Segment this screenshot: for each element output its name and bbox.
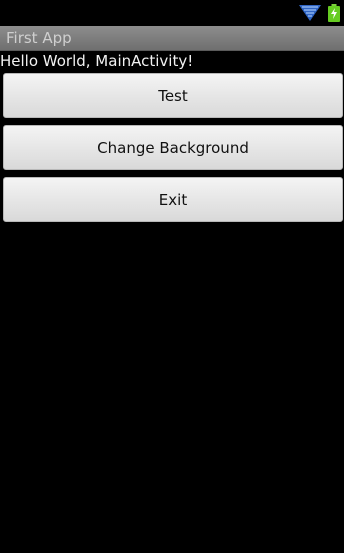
status-bar <box>0 0 344 26</box>
app-screen: First App Hello World, MainActivity! Tes… <box>0 0 344 553</box>
screen-edge <box>344 0 348 553</box>
title-bar: First App <box>0 26 344 51</box>
hello-text: Hello World, MainActivity! <box>0 52 194 70</box>
test-button[interactable]: Test <box>3 73 343 118</box>
battery-charging-icon <box>328 4 340 22</box>
app-title: First App <box>6 29 72 47</box>
exit-button[interactable]: Exit <box>3 177 343 222</box>
change-background-button[interactable]: Change Background <box>3 125 343 170</box>
wifi-icon <box>299 5 321 21</box>
